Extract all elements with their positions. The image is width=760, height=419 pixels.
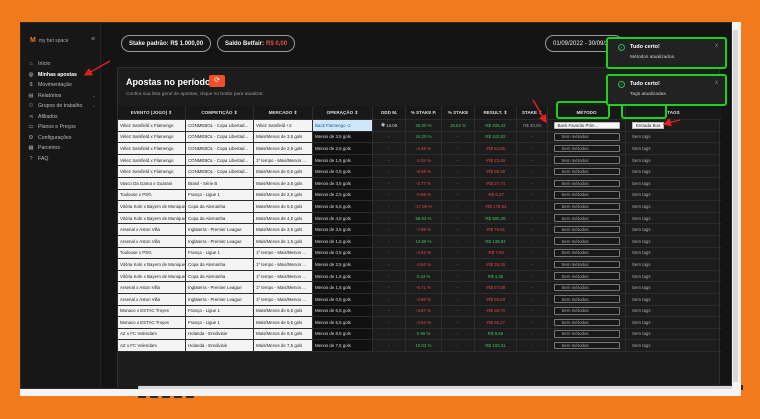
arrow-to-tags-cell [662,118,681,127]
check-icon: ✓ [618,44,625,51]
close-icon[interactable]: x [715,43,718,49]
close-icon[interactable]: x [715,80,718,86]
toast-message: Métodos atualizados. [630,55,676,60]
toast-tags: ✓ Tudo certo! Tags atualizadas. x [606,74,727,106]
check-icon: ✓ [618,81,625,88]
arrow-to-minhas-apostas [83,60,111,76]
toast-title: Tudo certo! [630,44,660,50]
toast-title: Tudo certo! [630,81,660,87]
toast-methods: ✓ Tudo certo! Métodos atualizados. x [606,37,727,69]
arrow-to-metodo-cell [532,99,547,124]
toast-message: Tags atualizadas. [630,92,668,97]
